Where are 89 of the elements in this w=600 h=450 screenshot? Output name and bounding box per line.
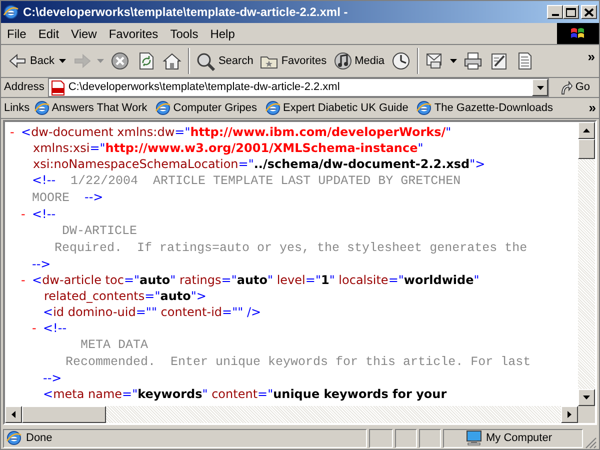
xml-comment-line: --> <box>43 370 63 386</box>
printer-icon <box>462 51 483 71</box>
media-icon <box>332 51 353 71</box>
browser-page-icon <box>416 100 432 116</box>
status-pane <box>369 428 393 448</box>
left-arrow-icon <box>8 51 28 71</box>
xml-line: <dw-article toc="auto" ratings="auto" level="1" localsite="worldwide" <box>32 272 480 288</box>
edit-icon <box>488 51 509 71</box>
triangle-icon <box>10 411 17 418</box>
browser-page-icon <box>34 100 50 116</box>
caret-icon <box>450 59 457 63</box>
horizontal-scrollbar[interactable] <box>5 406 578 423</box>
xml-comment-line: META DATA <box>80 337 150 353</box>
xml-line: <dw-document xmlns:dw="http://www.ibm.com/developerWorks/" <box>21 124 452 140</box>
scroll-down-button[interactable] <box>578 389 595 406</box>
browser-page-icon <box>3 4 19 20</box>
link-button[interactable]: Answers That Work <box>34 100 148 116</box>
xml-line: xmlns:xsi="http://www.w3.org/2001/XMLSchema-instance" <box>32 140 424 156</box>
back-button[interactable]: Back <box>5 47 70 75</box>
menu-item[interactable]: View <box>65 24 103 42</box>
browser-page-icon <box>155 100 172 116</box>
status-pane <box>395 428 417 448</box>
right-arrow-icon <box>72 51 92 71</box>
collapse-toggle[interactable]: - <box>21 272 26 288</box>
go-button[interactable]: Go <box>553 79 596 96</box>
more-button[interactable]: » <box>588 45 595 66</box>
windows-logo-drawing <box>557 23 599 44</box>
security-zone: My Computer <box>443 428 583 448</box>
address-label: Address <box>4 80 44 96</box>
media-button[interactable]: Media <box>330 47 388 75</box>
browser-page-icon <box>6 430 22 446</box>
xml-line: <meta name="keywords" content="unique keywords for your <box>43 386 448 402</box>
menu-item[interactable]: Favorites <box>102 24 164 42</box>
dropdown-button[interactable] <box>532 79 548 96</box>
clock-icon <box>390 51 411 71</box>
xml-line: related_contents="auto"> <box>43 288 208 304</box>
window-title: C:\developerworks\template\template-dw-article-2.2.xml - <box>23 4 348 21</box>
search-button[interactable]: Search <box>193 47 256 75</box>
search-icon <box>196 51 216 71</box>
maximize-button[interactable] <box>563 5 579 19</box>
vertical-scrollbar[interactable] <box>578 122 595 406</box>
browser-page-icon <box>265 100 282 116</box>
stop-icon <box>110 51 130 71</box>
minimize-button[interactable] <box>547 5 563 19</box>
close-button[interactable] <box>581 5 597 19</box>
link-button[interactable]: The Gazette-Downloads <box>416 100 553 116</box>
link-button[interactable]: Computer Gripes <box>155 100 258 116</box>
scroll-right-button[interactable] <box>561 406 578 423</box>
xml-comment-line: <!-- 1/22/2004 ARTICLE TEMPLATE LAST UPDATED BY GRETCHEN <box>32 172 462 189</box>
favorites-button[interactable]: Favorites <box>256 47 330 75</box>
link-button[interactable]: Expert Diabetic UK Guide <box>265 100 408 116</box>
menu-item[interactable]: Edit <box>32 24 66 42</box>
menu-item[interactable]: File <box>1 24 32 42</box>
collapse-toggle[interactable]: - <box>10 124 14 140</box>
address-field[interactable]: C:\developerworks\template\template-dw-article-2.2.xml <box>48 78 550 97</box>
xml-comment-line: DW-ARTICLE <box>61 223 138 239</box>
triangle-icon <box>583 127 590 134</box>
caret-icon <box>97 59 104 63</box>
curved-arrow-icon <box>559 80 574 94</box>
caret-icon <box>536 86 544 90</box>
links-label: Links <box>4 100 30 116</box>
collapse-toggle[interactable]: - <box>32 320 36 336</box>
scroll-thumb[interactable] <box>578 139 595 159</box>
computer-icon <box>466 430 482 446</box>
more-button[interactable]: » <box>588 98 596 118</box>
xml-line: xsi:noNamespaceSchemaLocation="../schema/dw-document-2.2.xsd"> <box>32 156 486 172</box>
xml-comment-line: MOORE --> <box>32 189 104 206</box>
triangle-icon <box>583 394 590 401</box>
scroll-thumb[interactable] <box>22 406 106 423</box>
minimize-icon <box>552 14 558 16</box>
xml-comment-line: <!-- <box>43 320 68 336</box>
maximize-icon <box>564 6 578 18</box>
close-icon <box>582 6 596 18</box>
status-pane <box>419 428 441 448</box>
menu-item[interactable]: Help <box>204 24 241 42</box>
scroll-left-button[interactable] <box>5 406 22 423</box>
xml-comment-line: Required. If ratings=auto or yes, the stylesheet generates the <box>54 240 528 256</box>
xml-comment-line: Recommended. Enter unique keywords for this article. For last <box>64 354 532 370</box>
scroll-up-button[interactable] <box>578 122 595 139</box>
collapse-toggle[interactable]: - <box>21 206 26 222</box>
menu-item[interactable]: Tools <box>164 24 204 42</box>
xml-comment-line: --> <box>32 256 52 272</box>
xml-file-icon <box>51 80 66 96</box>
status-text: Done <box>3 428 367 448</box>
xml-line: <id domino-uid="" content-id="" /> <box>43 304 262 320</box>
xml-comment-line: <!-- <box>32 206 57 222</box>
caret-icon <box>59 59 66 63</box>
home-icon <box>162 51 182 71</box>
triangle-icon <box>566 411 573 418</box>
